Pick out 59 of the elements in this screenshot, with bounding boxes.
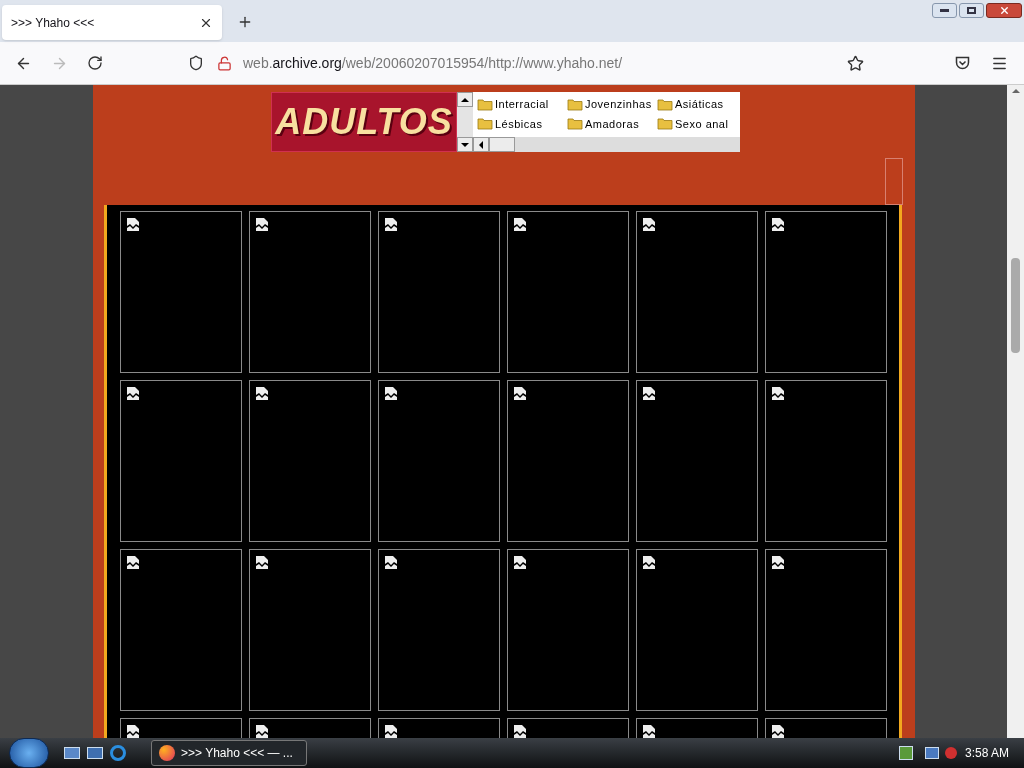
folder-icon xyxy=(567,97,583,111)
broken-image-icon xyxy=(127,725,139,738)
broken-image-icon xyxy=(514,387,526,400)
restore-button[interactable] xyxy=(959,3,984,18)
category-link[interactable]: Jovenzinhas xyxy=(585,96,652,113)
folder-icon xyxy=(567,117,583,131)
close-button[interactable] xyxy=(986,3,1022,18)
broken-image-icon xyxy=(772,218,784,231)
broken-image-icon xyxy=(385,556,397,569)
broken-image-icon xyxy=(514,218,526,231)
folder-icon xyxy=(477,117,493,131)
broken-image-icon xyxy=(772,387,784,400)
pocket-icon[interactable] xyxy=(955,56,970,70)
clock[interactable]: 3:58 AM xyxy=(964,744,1009,762)
broken-image-icon xyxy=(643,387,655,400)
broken-image-icon xyxy=(127,387,139,400)
folder-icon xyxy=(657,117,673,131)
minimize-button[interactable] xyxy=(932,3,957,18)
empty-frame xyxy=(885,158,903,205)
broken-image-icon xyxy=(256,725,268,738)
close-icon xyxy=(998,5,1010,16)
broken-image-icon xyxy=(127,218,139,231)
broken-image-icon xyxy=(385,387,397,400)
broken-image-icon xyxy=(772,556,784,569)
taskbar-button[interactable]: >>> Yhaho <<< — ... xyxy=(151,740,307,766)
category-link[interactable]: Interracial xyxy=(495,96,549,113)
broken-image-icon xyxy=(514,725,526,738)
broken-image-icon xyxy=(256,387,268,400)
folder-icon xyxy=(477,97,493,111)
broken-image-icon xyxy=(256,218,268,231)
browser-icon[interactable] xyxy=(110,745,126,761)
broken-image-icon xyxy=(514,556,526,569)
broken-image-icon xyxy=(127,556,139,569)
broken-image-icon xyxy=(643,725,655,738)
insecure-lock-icon[interactable] xyxy=(217,55,232,71)
new-tab-icon[interactable] xyxy=(237,14,253,30)
category-link[interactable]: Sexo anal xyxy=(675,115,729,132)
bookmark-star-icon[interactable] xyxy=(847,54,864,72)
folder-icon xyxy=(657,97,673,111)
broken-image-icon xyxy=(385,218,397,231)
url-field[interactable]: web.archive.org/web/20060207015954/http://www.yhaho.net/ xyxy=(243,52,623,74)
start-button[interactable] xyxy=(9,738,49,768)
broken-image-icon xyxy=(643,556,655,569)
category-link[interactable]: Asiáticas xyxy=(675,96,724,113)
browser-tab[interactable]: >>> Yhaho <<< xyxy=(2,5,222,40)
category-link[interactable]: Lésbicas xyxy=(495,115,543,132)
reload-icon[interactable] xyxy=(87,55,103,71)
tab-title: >>> Yhaho <<< xyxy=(11,14,95,32)
broken-image-icon xyxy=(385,725,397,738)
vertical-scrollbar[interactable] xyxy=(1007,85,1024,738)
scroll-up-button[interactable] xyxy=(457,92,473,107)
broken-image-icon xyxy=(772,725,784,738)
broken-image-icon xyxy=(643,218,655,231)
scroll-down-button[interactable] xyxy=(457,137,473,152)
horizontal-scrollbar[interactable] xyxy=(473,137,740,152)
shield-icon[interactable] xyxy=(188,55,204,71)
category-link[interactable]: Amadoras xyxy=(585,115,640,132)
logo-banner: ADULTOS xyxy=(271,92,457,152)
broken-image-icon xyxy=(256,556,268,569)
